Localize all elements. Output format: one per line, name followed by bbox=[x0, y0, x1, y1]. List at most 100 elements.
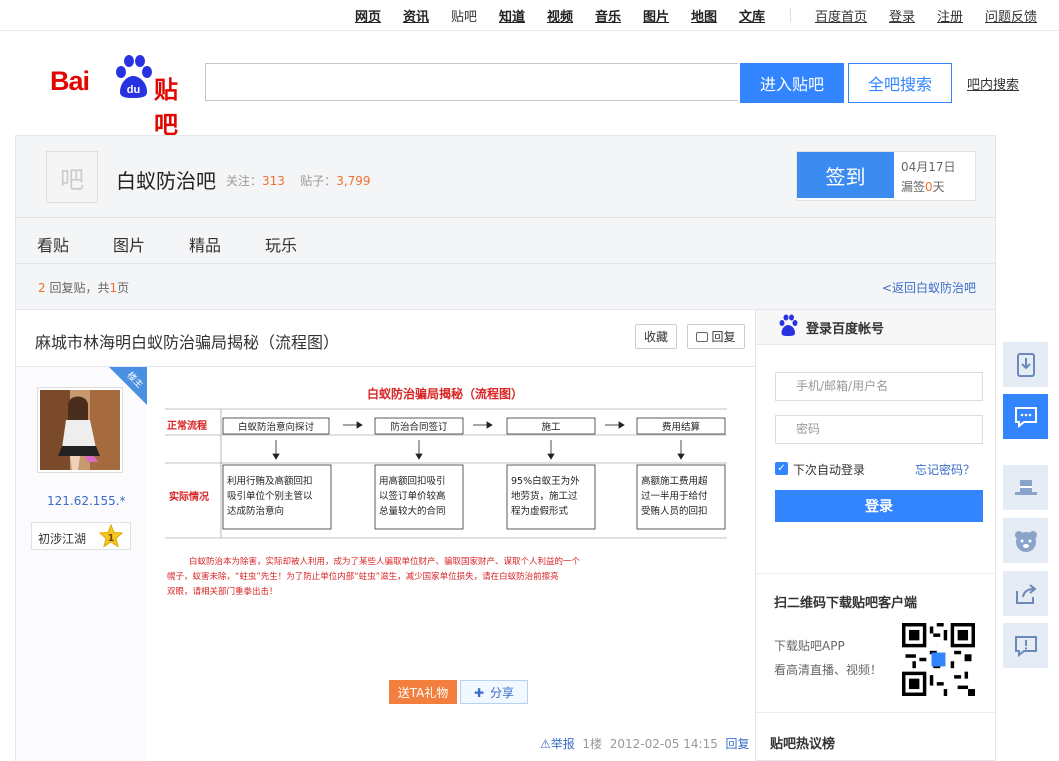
box-1-line-2: 吸引单位个别主管以 bbox=[227, 490, 313, 502]
box-2-line-3: 总量较大的合同 bbox=[379, 505, 446, 517]
enter-tieba-button[interactable]: 进入贴吧 bbox=[740, 63, 844, 103]
auto-login-label: 下次自动登录 bbox=[793, 463, 866, 477]
floor-number: 1楼 bbox=[582, 737, 603, 751]
box-1-line-1: 利用行贿及高额回扣 bbox=[227, 475, 313, 487]
register-link[interactable]: 注册 bbox=[937, 6, 963, 25]
login-button[interactable]: 登录 bbox=[775, 490, 983, 522]
sign-in-button[interactable]: 签到 bbox=[797, 152, 894, 198]
thread-info-bar bbox=[15, 264, 996, 310]
qr-title: 扫二维码下载贴吧客户端 bbox=[774, 596, 918, 611]
tab-posts[interactable]: 看贴 bbox=[37, 232, 69, 256]
posts-count: 3,799 bbox=[336, 174, 371, 188]
download-app-button[interactable] bbox=[1003, 342, 1048, 387]
level-num: 1 bbox=[108, 533, 115, 544]
nav-link-map[interactable]: 地图 bbox=[691, 6, 717, 25]
tab-fun[interactable]: 玩乐 bbox=[265, 232, 297, 256]
follow-count: 313 bbox=[262, 174, 285, 188]
flowchart-title: 白蚁防治骗局揭秘（流程图） bbox=[367, 386, 523, 401]
qr-line-2: 看高清直播、视频！ bbox=[774, 663, 883, 677]
report-icon bbox=[1014, 635, 1037, 657]
miss-prefix: 漏签 bbox=[901, 180, 926, 194]
nav-link-video[interactable]: 视频 bbox=[547, 6, 573, 25]
phone-download-icon bbox=[1016, 352, 1035, 377]
box-3-line-1: 95%白蚁王为外 bbox=[511, 475, 580, 487]
login-link[interactable]: 登录 bbox=[889, 6, 915, 25]
forum-avatar[interactable]: 吧 bbox=[46, 151, 98, 203]
forum-name[interactable]: 白蚁防治吧 bbox=[116, 165, 216, 194]
nav-link-tieba[interactable]: 贴吧 bbox=[451, 6, 477, 25]
warning-icon: ⚠ bbox=[540, 737, 551, 751]
reply-button-label: 回复 bbox=[711, 330, 736, 344]
report-link[interactable]: ⚠举报 bbox=[540, 737, 575, 751]
posts-label: 贴子： bbox=[300, 174, 337, 188]
box-4-line-3: 受贿人员的回扣 bbox=[641, 505, 708, 517]
user-ip[interactable]: 121.62.155.* bbox=[47, 494, 126, 508]
forgot-password-link[interactable]: 忘记密码？ bbox=[915, 461, 975, 478]
back-to-forum-link[interactable]: <返回白蚁防治吧 bbox=[882, 279, 976, 296]
report-label: 举报 bbox=[550, 737, 575, 751]
note-line-3: 双眼，请相关部门重拳出击！ bbox=[167, 586, 278, 597]
logo-tieba-text: 贴吧 bbox=[154, 76, 178, 139]
forum-tabs: 看贴 图片 精品 玩乐 bbox=[15, 217, 996, 264]
user-photo bbox=[40, 390, 120, 470]
share-label: 分享 bbox=[490, 685, 515, 700]
top-nav: 网页 资讯 贴吧 知道 视频 音乐 图片 地图 文库 百度首页 登录 注册 问题… bbox=[0, 0, 1059, 31]
panel-divider bbox=[756, 712, 995, 713]
op-ribbon: 楼主 bbox=[109, 367, 147, 405]
baidu-home-link[interactable]: 百度首页 bbox=[815, 6, 867, 25]
nav-link-music[interactable]: 音乐 bbox=[595, 6, 621, 25]
panel-divider bbox=[756, 573, 995, 574]
box-4-line-2: 过一半用于给付 bbox=[641, 490, 708, 502]
nav-link-wenku[interactable]: 文库 bbox=[739, 6, 765, 25]
baidu-paw-icon: du bbox=[116, 55, 152, 98]
row-normal-label: 正常流程 bbox=[167, 419, 207, 432]
password-field[interactable]: 密码 bbox=[775, 415, 983, 444]
auto-login-checkbox[interactable]: ✓ bbox=[775, 462, 788, 475]
follow-label: 关注： bbox=[226, 174, 263, 188]
reply-button[interactable]: 回复 bbox=[687, 324, 745, 349]
post-time: 2012-02-05 14:15 bbox=[609, 737, 718, 751]
reply-text: 回复贴，共 bbox=[49, 281, 110, 295]
nav-link-zhidao[interactable]: 知道 bbox=[499, 6, 525, 25]
sign-date: 04月17日 bbox=[901, 160, 956, 174]
bear-button[interactable] bbox=[1003, 518, 1048, 563]
tab-featured[interactable]: 精品 bbox=[189, 232, 221, 256]
logo-bai-text: Bai bbox=[50, 66, 90, 96]
baidu-paw-icon bbox=[779, 314, 798, 336]
feedback-link[interactable]: 问题反馈 bbox=[985, 6, 1037, 25]
tab-images[interactable]: 图片 bbox=[113, 232, 145, 256]
comment-icon bbox=[696, 332, 709, 342]
miss-count: 0 bbox=[925, 180, 933, 194]
qr-line-1: 下载贴吧APP bbox=[774, 639, 845, 653]
nav-link-web[interactable]: 网页 bbox=[355, 6, 381, 25]
missed-sign-days: 漏签0天 bbox=[901, 178, 945, 195]
post-reply-link[interactable]: 回复 bbox=[725, 737, 749, 751]
username-field[interactable]: 手机/邮箱/用户名 bbox=[775, 372, 983, 401]
favorite-button[interactable]: 收藏 bbox=[635, 324, 677, 349]
note-line-1: 白蚁防治本为除害，实际却被人利用，成为了某些人骗取单位财产、骗取国家财产、谋取个… bbox=[189, 556, 581, 567]
share-button[interactable]: ✚ 分享 bbox=[460, 680, 528, 704]
share-side-button[interactable] bbox=[1003, 571, 1048, 616]
report-side-button[interactable] bbox=[1003, 623, 1048, 668]
page-suffix: 页 bbox=[117, 281, 130, 295]
logo-du-text: du bbox=[127, 84, 140, 96]
forum-stats: 关注：313 贴子：3,799 bbox=[226, 172, 371, 189]
search-input[interactable] bbox=[205, 63, 738, 101]
hot-list-title: 贴吧热议榜 bbox=[770, 737, 836, 752]
box-2-line-1: 用高额回扣吸引 bbox=[379, 475, 446, 487]
nav-link-news[interactable]: 资讯 bbox=[403, 6, 429, 25]
magic-hat-button[interactable] bbox=[1003, 465, 1048, 510]
step-2: 防治合同签订 bbox=[390, 421, 448, 433]
row-actual-label: 实际情况 bbox=[169, 490, 209, 503]
bear-icon bbox=[1014, 530, 1037, 552]
all-tieba-search-button[interactable]: 全吧搜索 bbox=[848, 63, 952, 103]
note-line-2: 幌子，蚁害未除，“蛀虫”先生！为了防止单位内部“蛀虫”滋生，减少国家单位损失，请… bbox=[167, 571, 559, 582]
nav-separator bbox=[790, 8, 791, 22]
qr-code bbox=[902, 623, 975, 696]
message-button[interactable] bbox=[1003, 394, 1048, 439]
in-bar-search-link[interactable]: 吧内搜索 bbox=[967, 74, 1019, 93]
send-gift-button[interactable]: 送TA礼物 bbox=[389, 680, 457, 704]
reply-count: 2 回复贴，共1页 bbox=[38, 279, 129, 296]
baidu-tieba-logo[interactable]: Bai du 贴吧 bbox=[50, 54, 190, 139]
nav-link-image[interactable]: 图片 bbox=[643, 6, 669, 25]
